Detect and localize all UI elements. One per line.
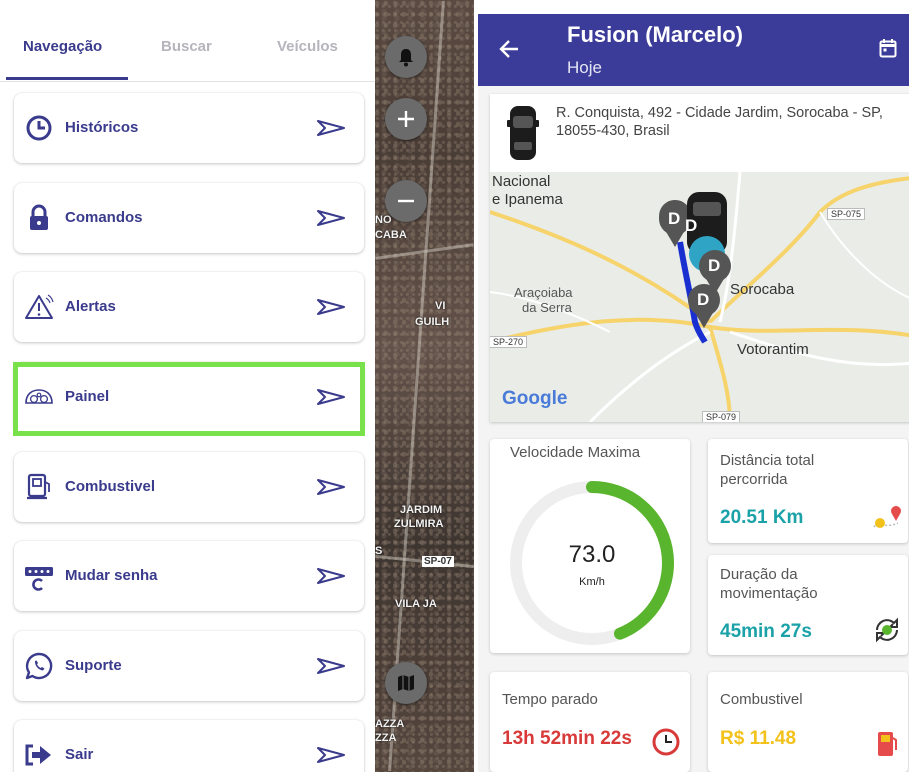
route-distance-icon [873,506,901,528]
menu-item-label: Suporte [65,657,122,674]
max-speed-value: 73.0 [568,541,616,568]
chevron-right-icon [317,747,345,763]
fuel-value: R$ 11.48 [720,728,797,749]
movement-duration-title: Duração da movimentação [720,566,818,602]
map-label: ZULMIRA [394,518,444,530]
menu-item-label: Combustivel [65,478,156,495]
current-address: R. Conquista, 492 - Cidade Jardim, Soroc… [556,105,883,139]
map-road-shield: SP-07 [422,556,454,567]
location-card: R. Conquista, 492 - Cidade Jardim, Soroc… [490,94,909,422]
map-label: JARDIM [400,504,443,516]
max-speed-panel: Velocidade Maxima 73.0 Km/h [490,439,690,653]
menu-item-comandos[interactable]: Comandos [14,183,364,253]
chevron-right-icon [317,568,345,584]
menu-item-sair[interactable]: Sair [14,720,364,772]
tab-buscar[interactable]: Buscar [161,38,212,55]
car-icon [507,106,539,160]
menu-item-combustivel[interactable]: Combustivel [14,452,364,522]
chevron-right-icon [317,658,345,674]
total-distance-value: 20.51 Km [720,507,804,528]
fuel-title: Combustivel [720,691,803,708]
drawer-tabs: Navegação Buscar Veículos [0,0,375,82]
stopped-time-panel: Tempo parado 13h 52min 22s [490,672,690,772]
menu-item-label: Alertas [65,298,116,315]
map-label: NO [375,214,392,226]
menu-item-label: Históricos [65,119,139,136]
refresh-clock-icon [876,617,898,643]
page-subtitle: Hoje [567,58,602,77]
logout-icon [25,744,51,766]
tab-active-indicator [6,77,128,80]
fuel-pump-icon [27,473,50,500]
clock-icon [26,115,52,141]
menu-item-label: Mudar senha [65,567,158,584]
stopped-time-title: Tempo parado [502,691,598,708]
screen: Navegação Buscar Veículos Históricos Com… [0,0,909,772]
whatsapp-icon [25,652,53,680]
map-type-button[interactable] [385,662,427,704]
total-distance-panel: Distância total percorrida 20.51 Km [708,439,908,543]
stopped-time-value: 13h 52min 22s [502,728,632,749]
notifications-button[interactable] [385,36,427,78]
map-label: CABA [375,229,407,241]
selection-highlight [13,362,365,436]
fuel-pump-icon [878,732,897,756]
map-label: AZZA [375,718,405,730]
menu-item-label: Sair [65,746,94,763]
lock-icon [30,204,48,230]
movement-duration-panel: Duração da movimentação 45min 27s [708,555,908,655]
menu-item-historicos[interactable]: Históricos [14,93,364,163]
tab-navegacao[interactable]: Navegação [23,38,102,55]
menu-item-mudar-senha[interactable]: Mudar senha [14,541,364,611]
menu-item-alertas[interactable]: Alertas [14,272,364,342]
total-distance-title: Distância total percorrida [720,452,815,488]
chevron-right-icon [317,210,345,226]
satellite-map-strip[interactable]: NO CABA VI GUILH JARDIM ZULMIRA S SP-07 … [375,0,474,772]
chevron-right-icon [317,120,345,136]
menu-item-label: Comandos [65,209,143,226]
back-arrow-icon[interactable] [498,38,520,60]
map-icon [398,675,414,691]
map-label: S [375,545,383,557]
navigation-drawer: Navegação Buscar Veículos Históricos Com… [0,0,375,772]
map-label: VI [435,300,446,312]
stop-marker-label: D [668,209,681,228]
minus-icon [398,199,414,203]
menu-item-suporte[interactable]: Suporte [14,631,364,701]
clock-alert-icon [652,728,680,756]
max-speed-title: Velocidade Maxima [510,444,641,461]
app-bar: Fusion (Marcelo) Hoje [478,14,909,86]
vehicle-summary-screen: Fusion (Marcelo) Hoje R. Conquista, 492 … [478,14,909,772]
alert-icon [25,294,54,319]
google-logo: Google [502,388,568,409]
map-label: VILA JA [395,598,437,610]
password-icon [25,567,53,591]
fuel-panel: Combustivel R$ 11.48 [708,672,908,772]
bell-icon [399,49,413,67]
stop-marker-label: D [685,216,698,235]
chevron-right-icon [317,299,345,315]
chevron-right-icon [317,479,345,495]
zoom-in-button[interactable] [385,98,427,140]
stop-marker-label: D [708,256,721,275]
route-map[interactable]: Nacional e Ipanema Araçoiaba da Serra So… [490,172,909,422]
zoom-out-button[interactable] [385,180,427,222]
stop-marker-label: D [697,290,710,309]
max-speed-unit: Km/h [579,576,605,588]
calendar-icon[interactable] [879,38,897,58]
map-label: ZZA [375,732,397,744]
map-label: GUILH [415,316,450,328]
page-title: Fusion (Marcelo) [567,22,744,47]
tab-veiculos[interactable]: Veículos [277,38,338,55]
plus-icon [398,111,414,127]
movement-duration-value: 45min 27s [720,621,812,642]
